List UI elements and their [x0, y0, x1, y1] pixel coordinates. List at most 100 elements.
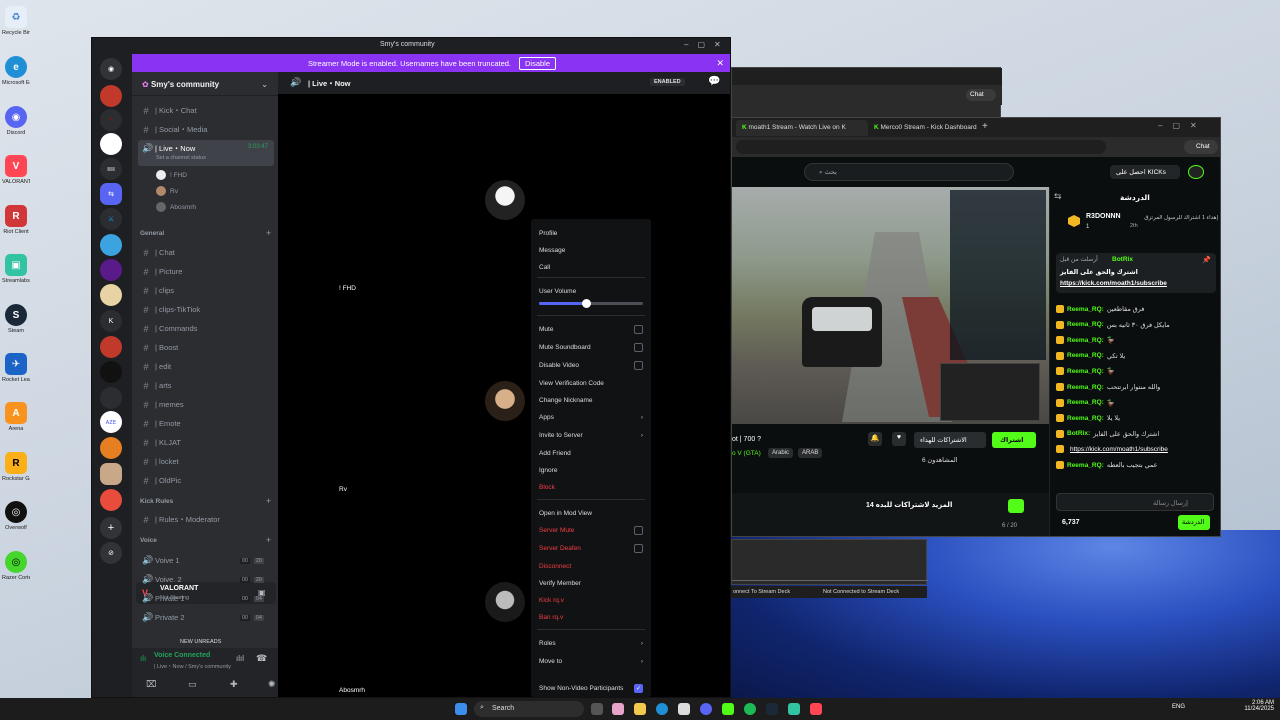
chat-collapse-icon[interactable]: ⇆	[1054, 191, 1062, 202]
chat-message[interactable]: Reema_RQ: 🦆	[1056, 367, 1216, 376]
kick-avatar-icon[interactable]	[1188, 165, 1204, 179]
server-icon-smys-community[interactable]	[100, 133, 122, 155]
disconnect-icon[interactable]: ☎	[256, 653, 267, 664]
add-channel-icon-2[interactable]: +	[266, 496, 271, 506]
server-icon-7[interactable]	[100, 234, 122, 256]
menu-message[interactable]: Message	[539, 244, 643, 256]
channel-live-now[interactable]: 🔊 | Live・Now 3:03:47 Set a channel statu…	[138, 140, 274, 166]
spotify-icon[interactable]	[744, 703, 756, 715]
menu-ban-user[interactable]: Ban rq.v	[539, 611, 643, 623]
streamlabs-taskbar-icon[interactable]	[788, 703, 800, 715]
tab-kick-dashboard[interactable]: K Merco0 Stream - Kick Dashboard	[868, 120, 980, 136]
channel-item[interactable]: # | edit	[138, 358, 274, 375]
desktop-icon-steam[interactable]: S Steam	[2, 304, 30, 335]
channel-item[interactable]: # | Picture	[138, 263, 274, 280]
category-voice[interactable]: Voice	[140, 537, 157, 544]
browser-window[interactable]: K moath1 Stream - Watch Live on K K Merc…	[731, 117, 1221, 537]
store-icon[interactable]	[678, 703, 690, 715]
server-icon-4[interactable]: ıııı	[100, 158, 122, 180]
menu-mute-soundboard[interactable]: Mute Soundboard	[539, 341, 643, 353]
channel-item[interactable]: # | OldPic	[138, 472, 274, 489]
edge-taskbar-icon[interactable]	[656, 703, 668, 715]
new-unreads-pill[interactable]: NEW UNREADS	[174, 638, 228, 646]
tag-arabic[interactable]: Arabic	[768, 448, 794, 458]
chat-message[interactable]: Reema_RQ: 🦆	[1056, 336, 1216, 345]
server-icon-6[interactable]: ⚔	[100, 208, 122, 230]
channel-item[interactable]: # | KLJAT	[138, 434, 274, 451]
server-icon-15[interactable]	[100, 463, 122, 485]
volume-handle[interactable]	[581, 299, 591, 308]
channel-item[interactable]: # | clips-TikTiok	[138, 301, 274, 318]
voice-channel-item[interactable]: 🔊 Private 1 00 04	[138, 590, 274, 607]
discord-taskbar-icon[interactable]	[700, 703, 712, 715]
noise-suppression-icon[interactable]: ılıl	[236, 654, 244, 663]
chat-message[interactable]: Reema_RQ: يلا يلا	[1056, 414, 1216, 423]
server-icon-10[interactable]: K	[100, 310, 122, 332]
channel-social-media[interactable]: # | Social・Media	[138, 121, 274, 138]
chat-input[interactable]: إرسال رسالة	[1056, 493, 1214, 511]
channel-item[interactable]: # | memes	[138, 396, 274, 413]
language-indicator[interactable]: ENG	[1172, 704, 1185, 710]
server-icon-8[interactable]	[100, 259, 122, 281]
server-header[interactable]: ✿ Smy's community ⌄	[132, 72, 278, 96]
chat-message[interactable]: Reema_RQ: والله منتوار ابرتتحب	[1056, 383, 1216, 391]
menu-show-non-video[interactable]: Show Non-Video Participants ✓	[539, 682, 643, 694]
menu-verify-member[interactable]: Verify Member	[539, 577, 643, 589]
add-channel-icon[interactable]: +	[266, 228, 271, 238]
server-icon-2[interactable]: ᵛ	[100, 109, 122, 131]
task-view-icon[interactable]	[591, 703, 603, 715]
menu-call[interactable]: Call	[539, 261, 643, 273]
soundboard-icon[interactable]: ✺	[268, 679, 276, 690]
menu-view-verification-code[interactable]: View Verification Code	[539, 377, 643, 389]
disable-streamer-mode-button[interactable]: Disable	[519, 56, 557, 70]
file-explorer-icon[interactable]	[634, 703, 646, 715]
voice-user-3[interactable]: Abosmrh	[156, 202, 196, 212]
browser-window-back[interactable]: Chat	[731, 67, 1002, 119]
desktop-icon-arena[interactable]: A Arena	[2, 402, 30, 433]
menu-server-deafen[interactable]: Server Deafen	[539, 542, 643, 554]
menu-apps[interactable]: Apps ›	[539, 411, 643, 423]
server-icon-1[interactable]	[100, 85, 122, 107]
stream-deck-window[interactable]	[731, 539, 928, 585]
menu-server-mute[interactable]: Server Mute	[539, 524, 643, 536]
desktop-icon-overwolf[interactable]: ◎ Overwolf	[2, 501, 30, 532]
channel-item[interactable]: # | Emote	[138, 415, 274, 432]
camera-off-icon[interactable]: ⌧	[146, 679, 156, 690]
channel-item[interactable]: # | Chat	[138, 244, 274, 261]
menu-roles[interactable]: Roles ›	[539, 637, 643, 649]
channel-kick-chat[interactable]: # | Kick・Chat	[138, 102, 274, 119]
chat-message[interactable]: Reema_RQ: يلا تكي	[1056, 351, 1216, 360]
desktop-icon-rockstar[interactable]: RRockstar Games ...	[2, 452, 30, 483]
category-kick-rules[interactable]: Kick Rules	[140, 498, 173, 505]
chat-message[interactable]: https://kick.com/moath1/subscribe	[1056, 445, 1216, 454]
valorant-taskbar-icon[interactable]	[810, 703, 822, 715]
discover-icon[interactable]: ⊘	[100, 542, 122, 564]
pin-icon[interactable]: 📌	[1202, 256, 1211, 264]
copilot-icon[interactable]	[612, 703, 624, 715]
category-general[interactable]: General	[140, 230, 164, 237]
add-server-icon[interactable]: +	[100, 517, 122, 539]
tab-kick-stream[interactable]: K moath1 Stream - Watch Live on K	[736, 120, 868, 136]
menu-disconnect[interactable]: Disconnect	[539, 560, 643, 572]
channel-item[interactable]: # | arts	[138, 377, 274, 394]
channel-item[interactable]: # | Boost	[138, 339, 274, 356]
server-icon-16[interactable]	[100, 489, 122, 511]
kick-search-input[interactable]: ⌕ بحث	[804, 163, 1014, 181]
voice-channel-item[interactable]: 🔊 Voive. 2 00 20	[138, 571, 274, 588]
pinned-message[interactable]: أرسلت من قبل BotRix اشترك والحق على الفا…	[1056, 253, 1216, 293]
new-tab-icon[interactable]: +	[982, 121, 988, 132]
taskbar-search[interactable]: ⌕ Search	[474, 701, 584, 717]
address-bar[interactable]	[736, 140, 1106, 154]
menu-profile[interactable]: Profile	[539, 227, 643, 239]
desktop-icon-discord[interactable]: ◉ Discord	[2, 106, 30, 137]
windows-start-icon[interactable]	[455, 703, 467, 715]
add-channel-icon-3[interactable]: +	[266, 535, 271, 545]
channel-item[interactable]: # | clips	[138, 282, 274, 299]
activities-icon[interactable]: ✚	[230, 679, 238, 690]
desktop-icon-rocket-league[interactable]: ✈Rocket League	[2, 353, 30, 384]
user-volume-slider[interactable]	[539, 299, 643, 308]
clock[interactable]: 2:06 AM 11/24/2025	[1238, 700, 1274, 712]
chat-message[interactable]: BotRix: اشترك والحق على الفايز	[1056, 429, 1216, 438]
share-screen-icon[interactable]: ▭	[188, 679, 197, 690]
server-icon-14[interactable]: ᴀᴢᴇ	[100, 411, 122, 433]
